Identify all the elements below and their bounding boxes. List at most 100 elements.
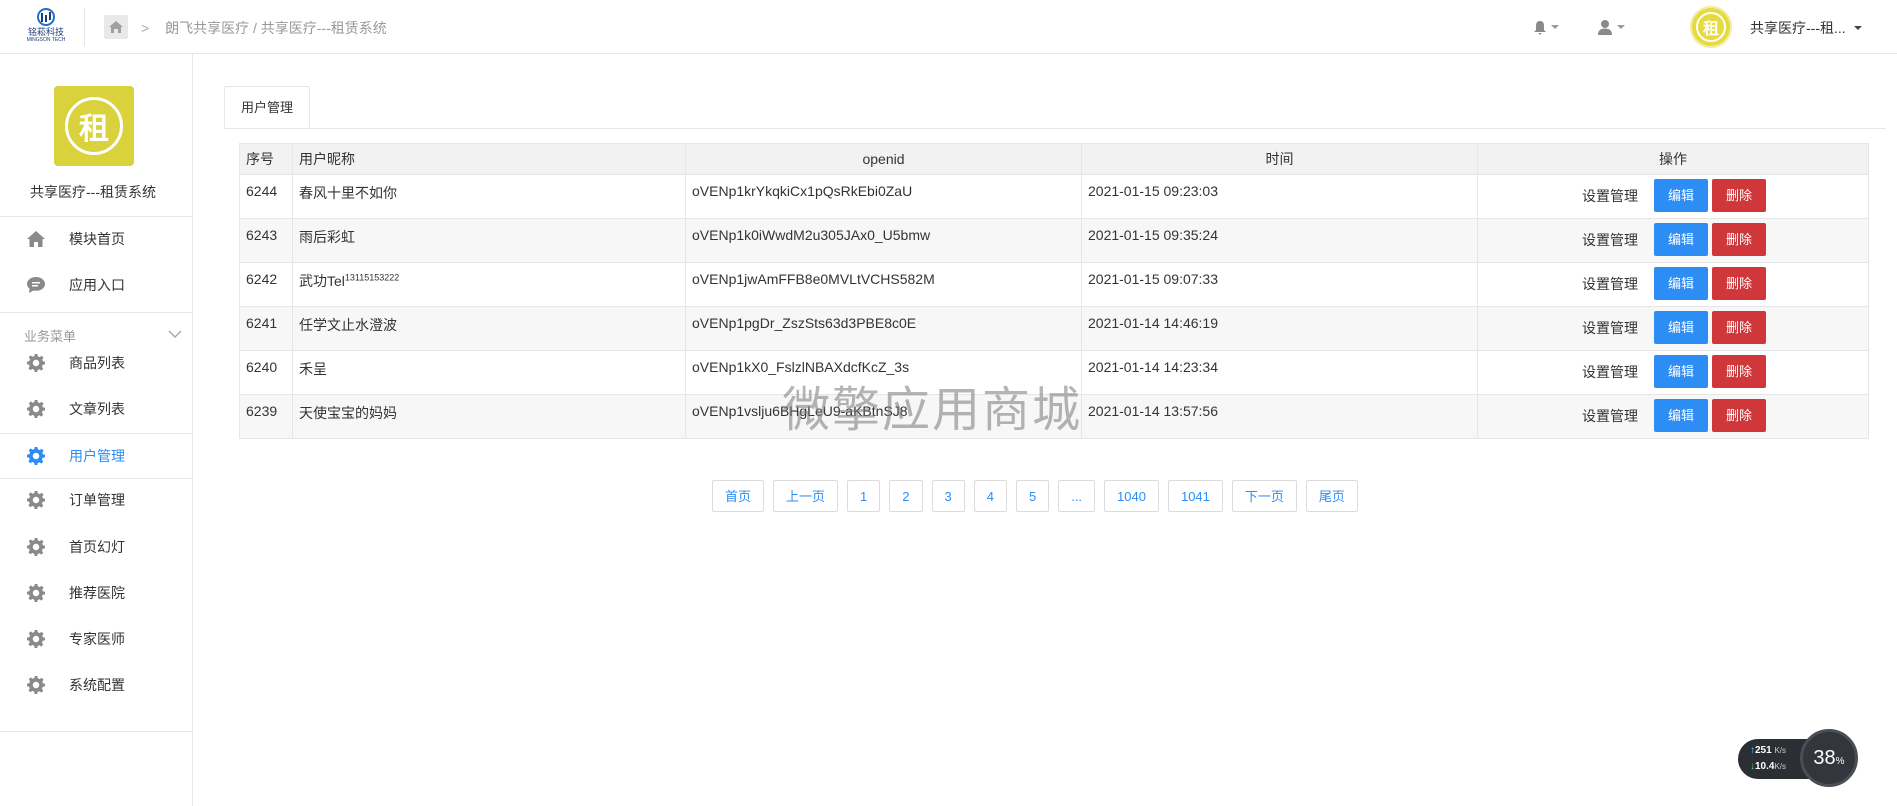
delete-button[interactable]: 删除	[1712, 267, 1767, 300]
cell-time: 2021-01-14 14:46:19	[1081, 306, 1478, 351]
delete-button[interactable]: 删除	[1712, 223, 1767, 256]
table-row: 6241 任学文止水澄波 oVENp1pgDr_ZszSts63d3PBE8c0E 2…	[239, 306, 1869, 351]
sidebar-item-label: 商品列表	[69, 355, 125, 371]
edit-button[interactable]: 编辑	[1654, 311, 1709, 344]
page-button[interactable]: ...	[1058, 480, 1096, 512]
page-button[interactable]: 5	[1015, 480, 1050, 512]
brand-mark-icon	[37, 8, 55, 26]
row-actions: 设置管理 编辑 删除	[1484, 267, 1862, 300]
page-button[interactable]: 1040	[1104, 480, 1159, 512]
delete-button[interactable]: 删除	[1712, 399, 1767, 432]
cell-ops: 设置管理 编辑 删除	[1477, 262, 1869, 307]
nickname-text: 禾呈	[299, 361, 327, 377]
nickname-text: 天使宝宝的妈妈	[299, 405, 397, 421]
sidebar-divider	[0, 731, 193, 732]
gear-icon	[25, 674, 47, 696]
sidebar-item-label: 推荐医院	[69, 585, 125, 601]
cell-time: 2021-01-15 09:07:33	[1081, 262, 1478, 307]
tab-bar: 用户管理	[224, 86, 1886, 129]
edit-button[interactable]: 编辑	[1654, 267, 1709, 300]
page-button[interactable]: 2	[889, 480, 923, 512]
edit-button[interactable]: 编辑	[1654, 399, 1709, 432]
sidebar-item-label: 专家医师	[69, 631, 125, 647]
brand-logo[interactable]: 铭菘科技 MINGSON TECH	[22, 7, 70, 47]
sidebar-item-8[interactable]: 系统配置	[0, 663, 193, 707]
breadcrumb: > 朗飞共享医疗 / 共享医疗---租赁系统	[141, 18, 387, 38]
cell-id: 6239	[239, 394, 293, 439]
delete-button[interactable]: 删除	[1712, 179, 1767, 212]
cell-id: 6240	[239, 350, 293, 395]
nickname-text: 任学文止水澄波	[299, 317, 397, 333]
account-menu[interactable]	[1597, 16, 1625, 38]
page-button[interactable]: 4	[973, 480, 1007, 512]
edit-button[interactable]: 编辑	[1654, 179, 1709, 212]
cell-ops: 设置管理 编辑 删除	[1477, 218, 1869, 263]
network-monitor[interactable]: ↑251 K/s ↓10.4K/s 38%	[1738, 729, 1858, 787]
avatar[interactable]: 租	[1690, 6, 1732, 48]
chevron-down-icon	[1617, 25, 1625, 29]
page-button[interactable]: 1	[847, 480, 881, 512]
user-name: 共享医疗---租...	[1750, 20, 1846, 36]
cell-nickname: 天使宝宝的妈妈	[292, 394, 686, 439]
sidebar-item-label: 应用入口	[69, 277, 125, 293]
cell-id: 6243	[239, 218, 293, 263]
home-button[interactable]	[104, 15, 128, 39]
avatar-char: 租	[1696, 12, 1726, 42]
settings-link[interactable]: 设置管理	[1582, 406, 1638, 426]
delete-button[interactable]: 删除	[1712, 355, 1767, 388]
settings-link[interactable]: 设置管理	[1582, 186, 1638, 206]
page-button[interactable]: 1041	[1167, 480, 1223, 512]
sidebar-item-2[interactable]: 文章列表	[0, 387, 193, 431]
cell-nickname: 春风十里不如你	[292, 174, 686, 219]
page-button[interactable]: 首页	[712, 480, 765, 512]
cell-ops: 设置管理 编辑 删除	[1477, 350, 1869, 395]
sidebar-item-3[interactable]: 用户管理	[0, 434, 193, 478]
delete-button[interactable]: 删除	[1712, 311, 1767, 344]
sidebar-item-4[interactable]: 订单管理	[0, 478, 193, 522]
cell-ops: 设置管理 编辑 删除	[1477, 394, 1869, 439]
page-button[interactable]: 上一页	[773, 480, 839, 512]
chevron-down-icon	[1853, 26, 1862, 30]
cell-ops: 设置管理 编辑 删除	[1477, 174, 1869, 219]
sidebar-item-app-entry[interactable]: 应用入口	[0, 263, 193, 307]
sidebar-item-home[interactable]: 模块首页	[0, 217, 193, 261]
cell-openid: oVENp1vslju6BHgLeU9-aKBtnSJ8	[685, 394, 1082, 439]
page-button[interactable]: 尾页	[1305, 480, 1358, 512]
col-id-header: 序号	[239, 143, 293, 175]
breadcrumb-path[interactable]: 朗飞共享医疗 / 共享医疗---租赁系统	[165, 20, 387, 36]
cell-time: 2021-01-15 09:35:24	[1081, 218, 1478, 263]
settings-link[interactable]: 设置管理	[1582, 274, 1638, 294]
cell-time: 2021-01-14 14:23:34	[1081, 350, 1478, 395]
cpu-percent-unit: %	[1835, 755, 1845, 767]
brand-name: 铭菘科技	[27, 27, 64, 37]
cell-nickname: 任学文止水澄波	[292, 306, 686, 351]
pagination: 首页 上一页 1 2 3 4 5... 1040 1041 下一页 尾页	[712, 480, 1358, 512]
chat-icon	[25, 274, 47, 296]
settings-link[interactable]: 设置管理	[1582, 362, 1638, 382]
sidebar-item-1[interactable]: 商品列表	[0, 341, 193, 385]
col-ops-header: 操作	[1477, 143, 1869, 175]
settings-link[interactable]: 设置管理	[1582, 318, 1638, 338]
user-menu[interactable]: 共享医疗---租...	[1750, 18, 1862, 38]
cell-id: 6244	[239, 174, 293, 219]
settings-link[interactable]: 设置管理	[1582, 230, 1638, 250]
page-button[interactable]: 下一页	[1231, 480, 1297, 512]
table-row: 6240 禾呈 oVENp1kX0_FslzlNBAXdcfKcZ_3s 2021-0…	[239, 350, 1869, 395]
cell-openid: oVENp1k0iWwdM2u305JAx0_U5bmw	[685, 218, 1082, 263]
sidebar-item-7[interactable]: 专家医师	[0, 617, 193, 661]
nickname-superscript: 13115153222	[344, 272, 400, 283]
cell-ops: 设置管理 编辑 删除	[1477, 306, 1869, 351]
brand-sub: MINGSON TECH	[26, 37, 66, 43]
chevron-down-icon[interactable]	[168, 326, 182, 342]
page-button[interactable]: 3	[931, 480, 965, 512]
row-actions: 设置管理 编辑 删除	[1484, 311, 1862, 344]
sidebar: 租 共享医疗---租赁系统 模块首页 应用入口 业务菜单 商品列表 文章列表 用户管…	[0, 54, 193, 806]
sidebar-item-6[interactable]: 推荐医院	[0, 571, 193, 615]
sidebar-item-5[interactable]: 首页幻灯	[0, 525, 193, 569]
notifications-menu[interactable]	[1533, 16, 1559, 38]
tab-user-management[interactable]: 用户管理	[224, 86, 311, 128]
edit-button[interactable]: 编辑	[1654, 223, 1709, 256]
download-speed: 10.4	[1755, 761, 1775, 772]
cell-id: 6242	[239, 262, 293, 307]
edit-button[interactable]: 编辑	[1654, 355, 1709, 388]
